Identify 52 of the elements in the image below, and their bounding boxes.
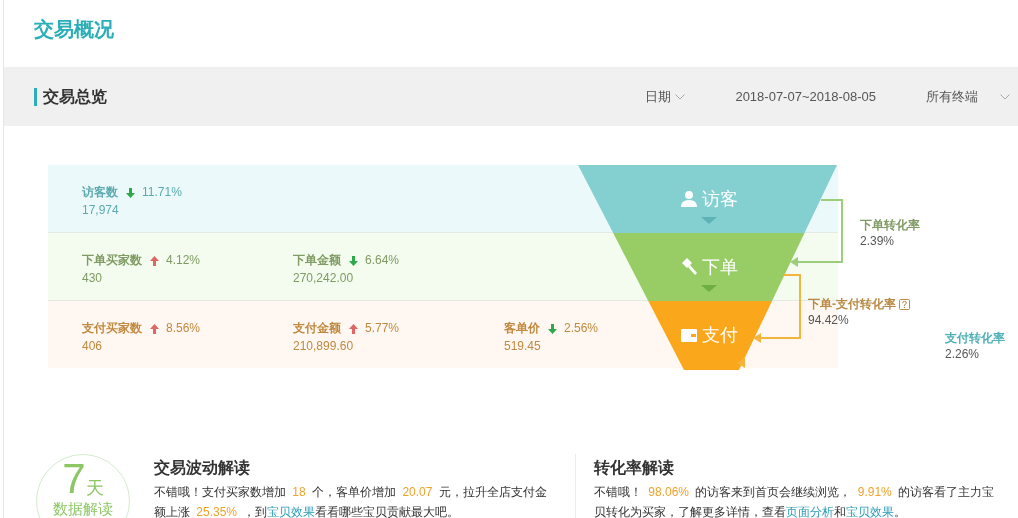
rate-label: 支付转化率 — [945, 330, 1005, 346]
rate-label: 下单转化率 — [860, 217, 920, 233]
metric-label: 客单价 — [504, 321, 540, 336]
metric-value: 519.45 — [504, 338, 541, 354]
metric-value: 270,242.00 — [293, 270, 354, 286]
metric-change: 5.77% — [365, 321, 400, 336]
metric-label: 访客数 — [82, 185, 118, 200]
metric-change: 6.64% — [365, 253, 400, 268]
conversion-arrow — [737, 358, 745, 368]
conversion-arrow — [790, 199, 843, 267]
text-link[interactable]: 宝贝效果 — [267, 505, 316, 518]
dropdown[interactable]: 所有终端 — [926, 87, 1010, 106]
conversion-arrow — [753, 274, 801, 343]
rate-label: 下单-支付转化率 — [808, 296, 896, 312]
stage-label: 访客 — [702, 188, 738, 211]
metric-change: 8.56% — [166, 321, 201, 336]
chevron-down-icon — [1000, 93, 1010, 100]
metric-change: 2.56% — [564, 321, 599, 336]
stage-label: 下单 — [702, 256, 738, 279]
metric-label: 支付金额 — [293, 321, 341, 336]
wallet-icon — [680, 326, 698, 344]
metric-value: 210,899.60 — [293, 338, 354, 354]
page-title: 交易概况 — [34, 17, 114, 42]
metric-change: 4.12% — [166, 253, 201, 268]
down-triangle-icon — [701, 285, 717, 292]
badge-number: 7 — [62, 459, 86, 499]
rate-value: 2.26% — [945, 346, 980, 362]
text-link[interactable]: 页面分析 — [786, 505, 834, 518]
chevron-down-icon — [675, 93, 686, 100]
metric-label: 下单买家数 — [82, 253, 142, 268]
card-title: 转化率解读 — [594, 458, 675, 478]
insight-text: 不错哦！支付买家数增加 18 个，客单价增加 20.07 元，拉升全店支付金额上涨 25.35% ，到宝贝效果看看哪些宝贝贡献最大吧。 — [154, 484, 548, 518]
person-icon — [680, 190, 698, 208]
badge-caption: 数据解读 — [53, 499, 113, 518]
dropdown[interactable]: 日期 — [645, 87, 686, 106]
metric-value: 406 — [82, 338, 103, 354]
rate-value: 94.42% — [808, 312, 849, 328]
metric-label: 支付买家数 — [82, 321, 142, 336]
metric-change: 11.71% — [142, 185, 182, 200]
section-title: 交易总览 — [34, 87, 107, 106]
down-triangle-icon — [701, 217, 717, 224]
metric-label: 下单金额 — [293, 253, 341, 268]
metric-value: 430 — [82, 270, 103, 286]
stage-label: 支付 — [702, 324, 738, 347]
text-link[interactable]: 宝贝效果 — [846, 505, 894, 518]
date-range-text: 2018-07-07~2018-08-05 — [735, 89, 876, 104]
metric-value: 17,974 — [82, 202, 119, 218]
rate-value: 2.39% — [860, 233, 895, 249]
insight-text: 不错哦！ 98.06% 的访客来到首页会继续浏览， 9.91% 的访客看了主力宝贝转化为买家，了解更多详情，查看页面分析和宝贝效果。 — [594, 484, 996, 518]
card-title: 交易波动解读 — [154, 458, 251, 478]
badge-unit: 天 — [85, 477, 104, 499]
gavel-icon — [680, 258, 698, 276]
